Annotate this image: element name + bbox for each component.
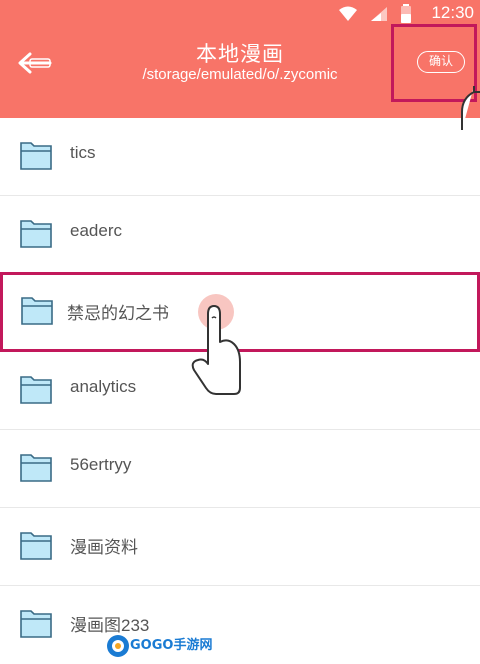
wifi-icon <box>339 6 357 21</box>
tap-hand-icon <box>191 294 241 395</box>
folder-icon <box>20 142 52 170</box>
folder-name: 漫画图233 <box>70 616 150 635</box>
folder-icon <box>20 376 52 404</box>
list-item[interactable]: 56ertryy <box>0 430 480 508</box>
list-item[interactable]: eaderc <box>0 196 480 274</box>
status-bar: 12:30 <box>280 0 480 26</box>
folder-icon <box>21 297 53 325</box>
folder-name: 56ertryy <box>70 455 132 474</box>
tap-hand-icon <box>461 86 480 130</box>
folder-name: analytics <box>70 377 137 396</box>
page-title: 本地漫画 <box>196 42 284 66</box>
folder-icon <box>20 220 52 248</box>
list-item[interactable]: 漫画图233 <box>0 586 480 664</box>
watermark-logo-icon <box>107 635 129 657</box>
list-item[interactable]: 漫画资料 <box>0 508 480 586</box>
signal-icon <box>371 7 387 21</box>
confirm-button[interactable]: 确认 <box>417 51 465 73</box>
folder-name: 禁忌的幻之书 <box>67 304 169 323</box>
app-bar: 12:30 本地漫画 /storage/emulated/o/.zycomic … <box>0 0 480 118</box>
folder-icon <box>20 532 52 560</box>
status-time: 12:30 <box>431 3 474 22</box>
folder-icon <box>20 610 52 638</box>
folder-name: eaderc <box>70 221 122 240</box>
folder-name: tics <box>70 143 96 162</box>
folder-icon <box>20 454 52 482</box>
folder-path: /storage/emulated/o/.zycomic <box>142 66 338 83</box>
battery-icon <box>401 4 411 23</box>
list-item[interactable]: tics <box>0 118 480 196</box>
watermark-text: GOGO手游网 <box>130 638 213 653</box>
back-arrow-icon[interactable] <box>16 50 56 76</box>
folder-name: 漫画资料 <box>70 538 138 557</box>
